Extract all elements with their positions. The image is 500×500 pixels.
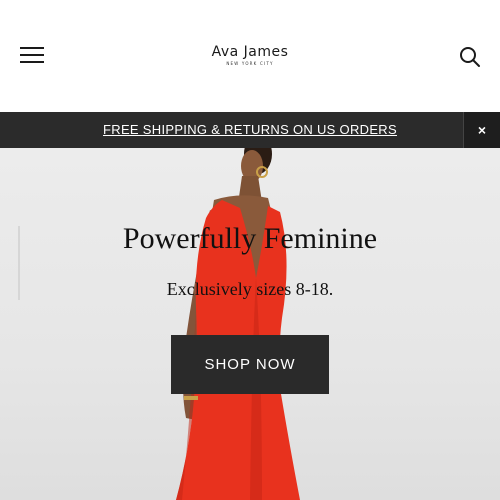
search-icon[interactable] (459, 46, 481, 68)
logo-tagline: NEW YORK CITY (226, 61, 274, 66)
hero-banner: Powerfully Feminine Exclusively sizes 8-… (0, 148, 500, 500)
hero-model-image (18, 148, 300, 500)
promo-banner: FREE SHIPPING & RETURNS ON US ORDERS × (0, 112, 500, 148)
hero-title: Powerfully Feminine (122, 222, 378, 255)
close-icon[interactable]: × (463, 112, 500, 148)
logo-name: Ava James (211, 44, 289, 60)
site-logo[interactable]: Ava James NEW YORK CITY (0, 44, 500, 67)
shop-now-button[interactable]: SHOP NOW (171, 335, 329, 394)
promo-link[interactable]: FREE SHIPPING & RETURNS ON US ORDERS (0, 112, 500, 148)
hero-subtitle: Exclusively sizes 8-18. (166, 279, 334, 299)
site-header: Ava James NEW YORK CITY (0, 0, 500, 112)
